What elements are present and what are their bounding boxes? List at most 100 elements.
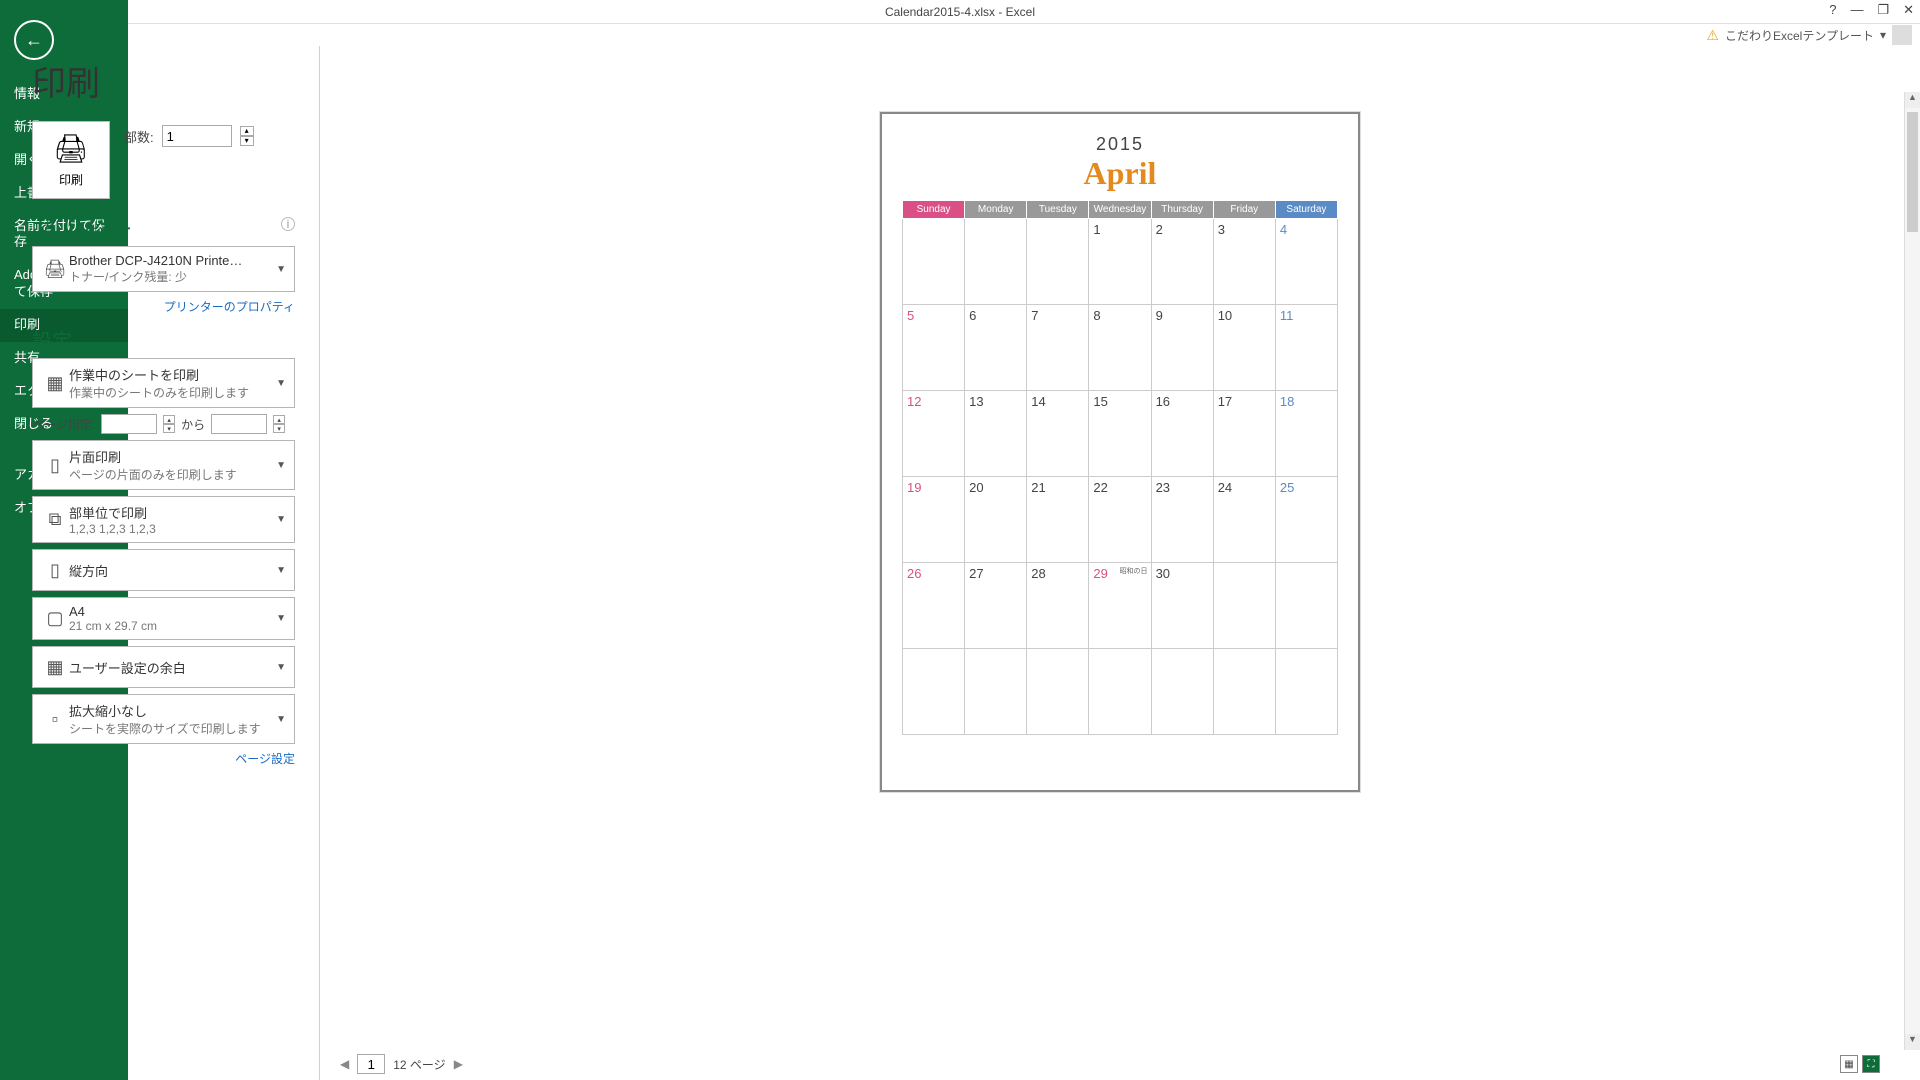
info-icon[interactable]: i xyxy=(281,217,295,231)
printer-dropdown[interactable]: 🖨 Brother DCP-J4210N Printe… トナー/インク残量: … xyxy=(32,246,295,292)
print-panel: 印刷 🖨 印刷 部数: ▴ ▾ プリンター i 🖨 Brother DCP- xyxy=(0,46,320,1080)
calendar-cell: 23 xyxy=(1151,477,1213,563)
copies-label: 部数: xyxy=(124,127,154,146)
titlebar: Calendar2015-4.xlsx - Excel ? — ❐ ✕ xyxy=(0,0,1920,24)
calendar-cell: 11 xyxy=(1275,305,1337,391)
setting-dropdown-0[interactable]: ▯片面印刷ページの片面のみを印刷します▼ xyxy=(32,440,295,490)
calendar-cell xyxy=(1213,563,1275,649)
calendar-cell: 16 xyxy=(1151,391,1213,477)
calendar-cell xyxy=(903,219,965,305)
calendar-cell: 26 xyxy=(903,563,965,649)
spin-up-icon[interactable]: ▴ xyxy=(163,415,175,424)
calendar-cell xyxy=(965,649,1027,735)
page-setup-link[interactable]: ページ設定 xyxy=(32,750,295,767)
day-header: Friday xyxy=(1213,201,1275,219)
day-header: Thursday xyxy=(1151,201,1213,219)
calendar-cell xyxy=(1275,563,1337,649)
setting-icon: ▯ xyxy=(41,560,69,581)
page-title: 印刷 xyxy=(32,56,295,105)
calendar-cell xyxy=(1027,219,1089,305)
day-header: Monday xyxy=(965,201,1027,219)
calendar-cell xyxy=(1275,649,1337,735)
setting-icon: ▦ xyxy=(41,657,69,678)
account-bar: ⚠ こだわりExcelテンプレート ▾ xyxy=(0,24,1920,46)
scroll-thumb[interactable] xyxy=(1907,112,1918,232)
chevron-down-icon: ▼ xyxy=(276,264,286,275)
page-range-label: ページ指定: xyxy=(32,416,95,433)
setting-icon: ▯ xyxy=(41,455,69,476)
chevron-down-icon: ▼ xyxy=(276,514,286,525)
calendar-cell: 15 xyxy=(1089,391,1151,477)
day-header: Saturday xyxy=(1275,201,1337,219)
close-button[interactable]: ✕ xyxy=(1903,2,1914,18)
window-controls: ? — ❐ ✕ xyxy=(1829,2,1914,18)
calendar-cell: 8 xyxy=(1089,305,1151,391)
account-label[interactable]: こだわりExcelテンプレート xyxy=(1725,27,1874,44)
calendar-cell: 9 xyxy=(1151,305,1213,391)
copies-down-icon[interactable]: ▾ xyxy=(240,136,254,146)
zoom-fit-button[interactable]: ⛶ xyxy=(1862,1055,1880,1073)
scroll-up-icon[interactable]: ▲ xyxy=(1905,92,1920,108)
prev-page-button[interactable]: ◀ xyxy=(340,1057,349,1071)
main-area: 印刷 🖨 印刷 部数: ▴ ▾ プリンター i 🖨 Brother DCP- xyxy=(0,46,1920,1080)
calendar-cell: 10 xyxy=(1213,305,1275,391)
calendar-cell xyxy=(1213,649,1275,735)
calendar-cell xyxy=(965,219,1027,305)
calendar-cell xyxy=(903,649,965,735)
setting-dropdown-3[interactable]: ▢A421 cm x 29.7 cm▼ xyxy=(32,597,295,640)
minimize-button[interactable]: — xyxy=(1850,2,1863,18)
calendar-month: April xyxy=(902,155,1338,192)
printer-properties-link[interactable]: プリンターのプロパティ xyxy=(32,298,295,315)
scroll-down-icon[interactable]: ▼ xyxy=(1905,1034,1920,1050)
print-button[interactable]: 🖨 印刷 xyxy=(32,121,110,199)
calendar-cell: 18 xyxy=(1275,391,1337,477)
page-to-input[interactable] xyxy=(211,414,267,434)
calendar-cell: 13 xyxy=(965,391,1027,477)
preview-scrollbar[interactable]: ▲ ▼ xyxy=(1904,92,1920,1050)
spin-down-icon[interactable]: ▾ xyxy=(163,424,175,433)
page-total-label: 12 ページ xyxy=(393,1056,445,1073)
chevron-down-icon: ▼ xyxy=(276,714,286,725)
chevron-down-icon: ▼ xyxy=(276,378,286,389)
calendar-cell: 28 xyxy=(1027,563,1089,649)
spin-up-icon[interactable]: ▴ xyxy=(273,415,285,424)
account-dropdown-icon[interactable]: ▾ xyxy=(1880,28,1886,42)
print-what-dropdown[interactable]: ▦ 作業中のシートを印刷 作業中のシートのみを印刷します ▼ xyxy=(32,358,295,408)
setting-dropdown-5[interactable]: ▫拡大縮小なしシートを実際のサイズで印刷します▼ xyxy=(32,694,295,744)
avatar[interactable] xyxy=(1892,25,1912,45)
setting-dropdown-4[interactable]: ▦ユーザー設定の余白▼ xyxy=(32,646,295,688)
calendar-cell: 2 xyxy=(1151,219,1213,305)
zoom-to-page-button[interactable]: ▦ xyxy=(1840,1055,1858,1073)
printer-name: Brother DCP-J4210N Printe… xyxy=(69,253,276,268)
next-page-button[interactable]: ▶ xyxy=(454,1057,463,1071)
settings-section-header: 設定 xyxy=(32,325,295,354)
calendar-cell: 14 xyxy=(1027,391,1089,477)
warning-icon: ⚠ xyxy=(1706,27,1719,44)
printer-section-header: プリンター i xyxy=(32,213,295,242)
calendar-cell: 12 xyxy=(903,391,965,477)
calendar-cell: 17 xyxy=(1213,391,1275,477)
calendar-cell: 21 xyxy=(1027,477,1089,563)
setting-dropdown-2[interactable]: ▯縦方向▼ xyxy=(32,549,295,591)
preview-page: 2015 April SundayMondayTuesdayWednesdayT… xyxy=(880,112,1360,792)
calendar-cell xyxy=(1151,649,1213,735)
spin-down-icon[interactable]: ▾ xyxy=(273,424,285,433)
calendar-cell: 7 xyxy=(1027,305,1089,391)
printer-status: トナー/インク残量: 少 xyxy=(69,268,276,285)
page-from-input[interactable] xyxy=(101,414,157,434)
calendar-cell: 27 xyxy=(965,563,1027,649)
calendar-cell: 19 xyxy=(903,477,965,563)
copies-input[interactable] xyxy=(162,125,232,147)
maximize-button[interactable]: ❐ xyxy=(1877,2,1889,18)
chevron-down-icon: ▼ xyxy=(276,460,286,471)
printer-status-icon: 🖨 xyxy=(41,259,69,280)
chevron-down-icon: ▼ xyxy=(276,565,286,576)
copies-up-icon[interactable]: ▴ xyxy=(240,126,254,136)
calendar-cell xyxy=(1027,649,1089,735)
setting-icon: ▢ xyxy=(41,608,69,629)
help-icon[interactable]: ? xyxy=(1829,2,1836,18)
calendar-table: SundayMondayTuesdayWednesdayThursdayFrid… xyxy=(902,200,1338,735)
setting-dropdown-1[interactable]: ⧉部単位で印刷1,2,3 1,2,3 1,2,3▼ xyxy=(32,496,295,543)
holiday-label: 昭和の日 xyxy=(1120,566,1148,576)
current-page-input[interactable] xyxy=(357,1054,385,1074)
